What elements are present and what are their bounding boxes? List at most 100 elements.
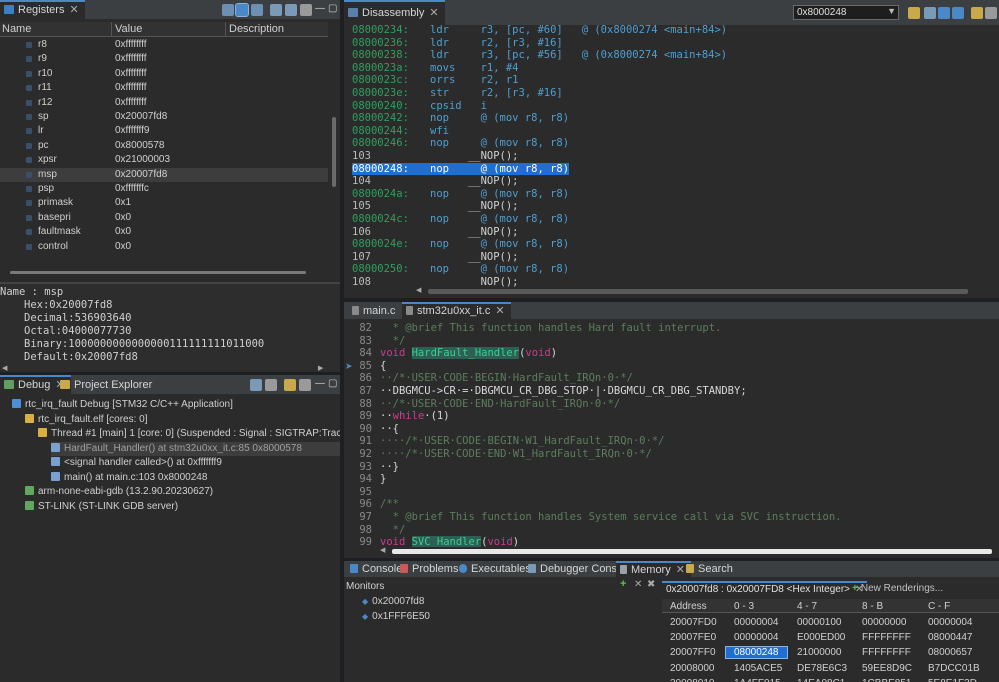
toolbar-remove-icon[interactable] [265,379,277,391]
register-row[interactable]: basepri 0x0 [0,211,328,225]
toolbar-columns-icon[interactable] [251,4,263,16]
register-row[interactable]: r8 0xffffffff [0,38,328,52]
col-name[interactable]: Name [2,23,31,35]
editor-line[interactable]: 84 void HardFault_Handler(void) [344,347,994,360]
editor-line[interactable]: 85 { [344,360,994,373]
register-row[interactable]: r9 0xffffffff [0,52,328,66]
memory-value[interactable]: 00000004 [734,632,779,643]
memory-value[interactable]: 59EE8D9C [862,663,912,674]
detail-scroll-left-icon[interactable]: ◀ [2,364,7,372]
memory-address[interactable]: 20007FE0 [670,632,716,643]
tab-project-explorer[interactable]: Project Explorer [56,375,158,395]
close-icon[interactable]: ✕ [69,4,78,16]
disassembly-line[interactable]: 08000234: ldr r3, [pc, #60] @ (0x8000274 … [344,24,999,37]
editor-hscrollbar[interactable]: ◀ [378,547,999,556]
disassembly-line[interactable]: 0800024a: nop @ (mov r8, r8) [344,188,999,201]
registers-scrollbar-thumb[interactable] [332,117,336,187]
disassembly-line[interactable]: 0800024c: nop @ (mov r8, r8) [344,213,999,226]
memory-address[interactable]: 20007FF0 [670,647,716,658]
editor-line[interactable]: 98 */ [344,524,994,537]
memory-value[interactable]: 00000000 [862,617,907,628]
register-row[interactable]: r10 0xffffffff [0,67,328,81]
scroll-left-icon[interactable]: ◀ [380,546,385,554]
register-row[interactable]: r11 0xffffffff [0,81,328,95]
debug-tree-item[interactable]: main() at main.c:103 0x8000248 [51,471,340,486]
disassembly-line[interactable]: 08000246: nop @ (mov r8, r8) [344,137,999,150]
register-row[interactable]: control 0x0 [0,240,328,254]
memory-value[interactable]: 00000100 [797,617,842,628]
toolbar-menu-icon[interactable] [299,379,311,391]
registers-scrollbar[interactable] [330,22,338,267]
disassembly-line[interactable]: 08000238: ldr r3, [pc, #56] @ (0x8000274 … [344,49,999,62]
disassembly-hscrollbar-thumb[interactable] [428,289,968,294]
minimize-icon[interactable]: — [315,3,325,14]
source-line[interactable]: 104 __NOP(); [344,175,999,188]
maximize-icon[interactable]: ▢ [328,3,337,14]
memory-value[interactable]: E000ED00 [797,632,845,643]
debug-tree-item[interactable]: rtc_irq_fault.elf [cores: 0] [25,413,340,428]
toolbar-export-icon[interactable] [285,4,297,16]
editor-line[interactable]: 91 ····/*·USER·CODE·BEGIN·W1_HardFault_IR… [344,435,994,448]
disassembly-line[interactable]: 08000250: nop @ (mov r8, r8) [344,263,999,276]
memory-value[interactable]: B7DCC01B [928,663,980,674]
memory-value[interactable]: FFFFFFFF [862,632,911,643]
toolbar-link-icon[interactable] [938,7,950,19]
register-row[interactable]: pc 0x8000578 [0,139,328,153]
memory-value[interactable]: 1A4FF015 [734,678,781,682]
memory-value[interactable]: 00000004 [928,617,973,628]
disassembly-line[interactable]: 0800023c: orrs r2, r1 [344,74,999,87]
memory-column-header[interactable]: Address [670,601,707,612]
memory-value[interactable]: 08000248 [725,646,788,660]
disassembly-hscrollbar[interactable]: ◀ [414,287,999,296]
debug-tree-item[interactable]: Thread #1 [main] 1 [core: 0] (Suspended … [38,427,340,442]
tab-disassembly[interactable]: Disassembly ✕ [344,0,445,26]
memory-value[interactable]: 5E8E1F3D [928,678,977,682]
register-row[interactable]: sp 0x20007fd8 [0,110,328,124]
close-icon[interactable]: ✕ [495,305,504,317]
editor-line[interactable]: 90 ··{ [344,423,994,436]
editor-hscrollbar-thumb[interactable] [392,549,992,554]
tab-registers[interactable]: Registers ✕ [0,0,85,20]
toolbar-collapse-icon[interactable] [270,4,282,16]
memory-value[interactable]: 1405ACE5 [734,663,782,674]
memory-value[interactable]: DE78E6C3 [797,663,847,674]
toolbar-hex-icon[interactable] [235,3,249,17]
debug-tree-item[interactable]: HardFault_Handler() at stm32u0xx_it.c:85… [51,441,340,456]
source-line[interactable]: 103 __NOP(); [344,150,999,163]
toolbar-view-icon[interactable] [971,7,983,19]
col-value[interactable]: Value [115,23,142,35]
disassembly-line[interactable]: 08000242: nop @ (mov r8, r8) [344,112,999,125]
debug-tree-item[interactable]: arm-none-eabi-gdb (13.2.90.20230627) [25,485,340,500]
maximize-icon[interactable]: ▢ [328,378,337,389]
editor-line[interactable]: 87 ··DBGMCU->CR·=·DBGMCU_CR_DBG_STOP·|·DB… [344,385,994,398]
address-input[interactable]: 0x8000248 ▼ [793,5,899,20]
tab-stm32u0xx-it-c[interactable]: stm32u0xx_it.c ✕ [402,302,511,320]
memory-value[interactable]: 21000000 [797,647,842,658]
tab-main-c[interactable]: main.c [348,302,401,320]
toolbar-menu-icon[interactable] [300,4,312,16]
register-row[interactable]: faultmask 0x0 [0,225,328,239]
disassembly-line[interactable]: 0800023a: movs r1, #4 [344,62,999,75]
toolbar-goto-icon[interactable] [908,7,920,19]
memory-column-header[interactable]: 4 - 7 [797,601,817,612]
editor-line[interactable]: 89 ··while·(1) [344,410,994,423]
disassembly-line[interactable]: 0800024e: nop @ (mov r8, r8) [344,238,999,251]
close-icon[interactable]: ✕ [429,7,438,19]
debug-tree-item[interactable]: ST-LINK (ST-LINK GDB server) [25,500,340,515]
toolbar-menu-icon[interactable] [985,7,997,19]
memory-address[interactable]: 20007FD0 [670,617,717,628]
memory-value[interactable]: 14EA08C1 [797,678,845,682]
editor-line[interactable]: 82 * @brief This function handles Hard f… [344,322,994,335]
register-row[interactable]: lr 0xfffffff9 [0,124,328,138]
editor-line[interactable]: 97 * @brief This function handles System… [344,511,994,524]
source-line[interactable]: 105 __NOP(); [344,200,999,213]
chevron-down-icon[interactable]: ▼ [887,6,896,16]
scroll-left-icon[interactable]: ◀ [416,286,421,294]
editor-line[interactable]: 94} [344,473,994,486]
disassembly-line[interactable]: 0800023e: str r2, [r3, #16] [344,87,999,100]
memory-value[interactable]: 00000004 [734,617,779,628]
editor-line[interactable]: 96 /** [344,498,994,511]
register-row[interactable]: primask 0x1 [0,196,328,210]
editor-line[interactable]: 86 ··/*·USER·CODE·BEGIN·HardFault_IRQn·0·… [344,372,994,385]
disassembly-line[interactable]: 08000248: nop @ (mov r8, r8) [344,162,999,176]
